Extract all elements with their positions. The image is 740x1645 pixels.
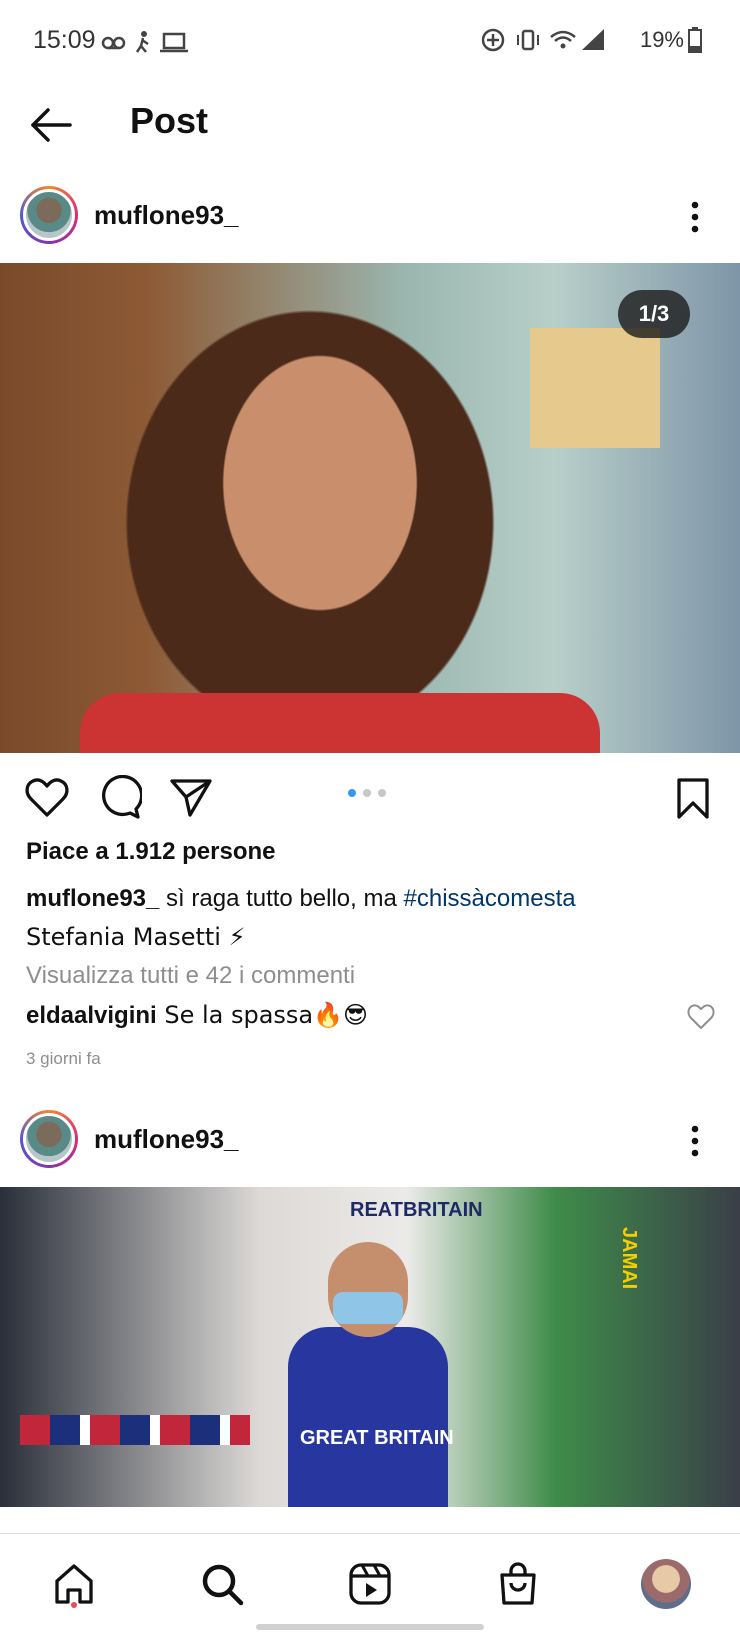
avatar[interactable] [20, 1110, 78, 1168]
post-timestamp: 3 giorni fa [26, 1049, 101, 1068]
notification-dot [71, 1602, 77, 1608]
more-options-button[interactable] [680, 197, 710, 237]
image-text: GREAT BRITAIN [300, 1427, 454, 1449]
status-notification-icons [101, 31, 188, 53]
home-icon [55, 1564, 93, 1604]
comment-button[interactable] [96, 775, 142, 821]
share-button[interactable] [168, 775, 214, 821]
shop-icon [500, 1562, 536, 1605]
post-image[interactable] [0, 263, 740, 753]
carousel-counter-badge: 1/3 [618, 290, 690, 338]
save-button[interactable] [670, 775, 716, 821]
carousel-dot-active [348, 789, 356, 797]
comment-like-button[interactable] [686, 1002, 716, 1032]
like-button[interactable] [24, 775, 70, 821]
nav-shop[interactable] [488, 1554, 548, 1614]
carousel-dot [363, 789, 371, 797]
battery-icon [688, 27, 702, 53]
likes-count[interactable]: Piace a 1.912 persone [26, 838, 276, 866]
post-header[interactable]: muflone93_ [20, 186, 239, 244]
carousel-dot [378, 789, 386, 797]
more-vertical-icon [691, 201, 699, 233]
post-caption: muflone93_ sì raga tutto bello, ma #chis… [26, 880, 716, 957]
post-username[interactable]: muflone93_ [94, 200, 239, 231]
avatar [641, 1559, 691, 1609]
nav-profile[interactable] [636, 1554, 696, 1614]
comment-text: Se la spassa🔥😎 [156, 1001, 369, 1029]
reels-icon [349, 1563, 391, 1605]
more-options-button[interactable] [680, 1121, 710, 1161]
page-title: Post [130, 100, 209, 141]
comment-username[interactable]: eldaalvigini [26, 1002, 157, 1029]
image-text: JAMAI [618, 1227, 640, 1290]
carousel-indicator [348, 789, 386, 797]
avatar[interactable] [20, 186, 78, 244]
battery-percentage: 19% [639, 27, 684, 52]
post-username[interactable]: muflone93_ [94, 1124, 239, 1155]
post-image[interactable]: REATBRITAIN JAMAI GREAT BRITAIN [0, 1187, 740, 1507]
heart-icon [25, 778, 69, 817]
caption-line2: Stefania Masetti ⚡ [26, 923, 246, 951]
caption-username[interactable]: muflone93_ [26, 885, 159, 912]
image-text: REATBRITAIN [350, 1199, 483, 1221]
search-icon [202, 1564, 244, 1606]
heart-icon [687, 1004, 715, 1029]
arrow-left-icon [31, 108, 72, 142]
caption-hashtag[interactable]: #chissàcomesta [404, 885, 576, 912]
bookmark-icon [677, 778, 709, 819]
status-system-icons [481, 28, 604, 52]
status-time: 15:09 [33, 26, 96, 54]
send-icon [170, 779, 212, 817]
back-button[interactable] [28, 102, 74, 148]
nav-search[interactable] [192, 1554, 252, 1614]
caption-text: sì raga tutto bello, ma [159, 885, 404, 912]
home-indicator-bar[interactable] [256, 1624, 484, 1630]
post-header[interactable]: muflone93_ [20, 1110, 239, 1168]
status-bar: 15:09 19% [0, 0, 740, 84]
top-comment: eldaalvigini Se la spassa🔥😎 [26, 1001, 368, 1030]
comment-icon [102, 775, 142, 819]
view-all-comments-link[interactable]: Visualizza tutti e 42 i commenti [26, 962, 355, 990]
nav-reels[interactable] [340, 1554, 400, 1614]
more-vertical-icon [691, 1125, 699, 1157]
